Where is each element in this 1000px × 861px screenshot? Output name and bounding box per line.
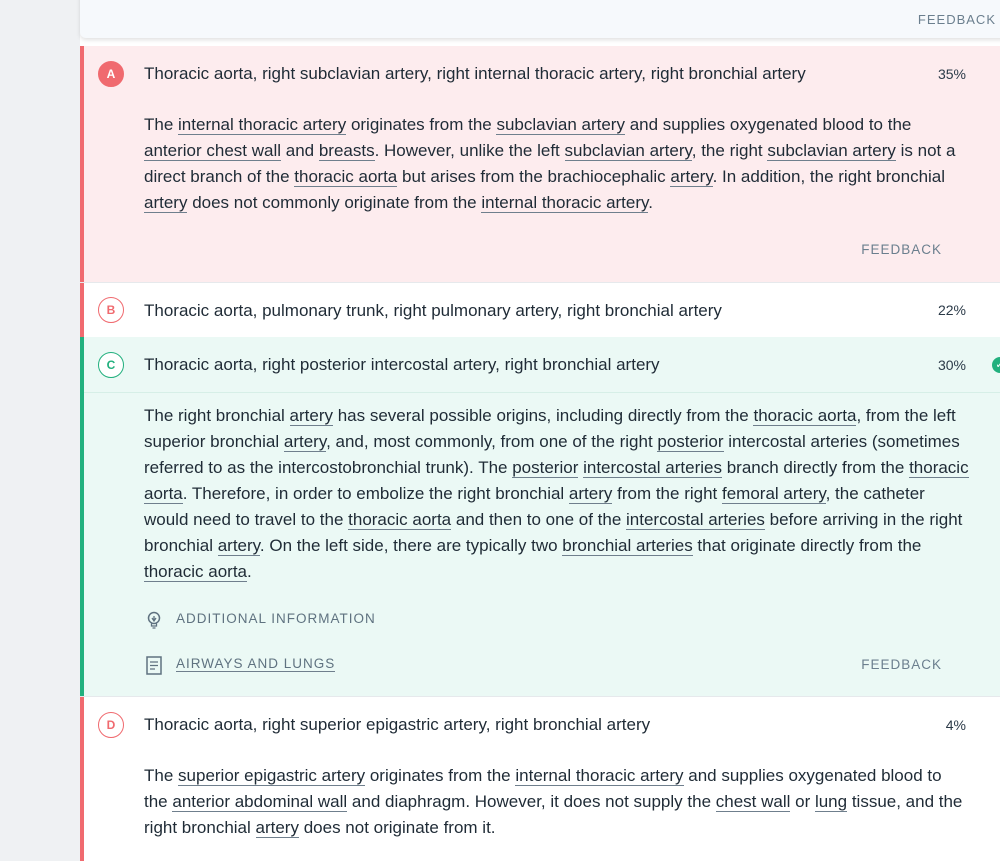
choice-percent: 22% bbox=[937, 302, 966, 318]
term-link[interactable]: intercostal arteries bbox=[583, 458, 722, 478]
related-article-label: AIRWAYS AND LUNGS bbox=[176, 656, 336, 672]
term-link[interactable]: superior epigastric artery bbox=[178, 766, 366, 786]
choice-letter-badge: D bbox=[98, 712, 124, 738]
choice-header[interactable]: C Thoracic aorta, right posterior interc… bbox=[80, 337, 1000, 391]
choice-explanation: The superior epigastric artery originate… bbox=[144, 766, 963, 838]
term-link[interactable]: anterior abdominal wall bbox=[172, 792, 348, 812]
choice-explanation: The right bronchial artery has several p… bbox=[144, 406, 969, 582]
choice-percent: 30% bbox=[937, 357, 966, 373]
term-link[interactable]: femoral artery bbox=[722, 484, 826, 504]
term-link[interactable]: artery bbox=[255, 818, 299, 838]
choice-letter-badge: B bbox=[98, 297, 124, 323]
term-link[interactable]: lung bbox=[814, 792, 848, 812]
article-icon bbox=[146, 656, 162, 675]
choice-explanation: The internal thoracic artery originates … bbox=[144, 115, 956, 213]
term-link[interactable]: internal thoracic artery bbox=[515, 766, 684, 786]
choice-text: Thoracic aorta, pulmonary trunk, right p… bbox=[144, 301, 722, 320]
choice-percent: 35% bbox=[937, 66, 966, 82]
term-link[interactable]: chest wall bbox=[715, 792, 791, 812]
term-link[interactable]: artery bbox=[144, 193, 188, 213]
answer-choice-c[interactable]: C Thoracic aorta, right posterior interc… bbox=[80, 337, 1000, 696]
term-link[interactable]: subclavian artery bbox=[496, 115, 625, 135]
choice-text: Thoracic aorta, right subclavian artery,… bbox=[144, 64, 806, 83]
term-link[interactable]: thoracic aorta bbox=[294, 167, 398, 187]
term-link[interactable]: subclavian artery bbox=[564, 141, 692, 161]
feedback-button[interactable]: FEEDBACK bbox=[861, 242, 942, 257]
term-link[interactable]: artery bbox=[283, 432, 327, 452]
term-link[interactable]: artery bbox=[217, 536, 260, 556]
divider bbox=[84, 392, 1000, 393]
term-link[interactable]: artery bbox=[670, 167, 713, 187]
question-card-footer: FEEDBACK bbox=[80, 0, 1000, 38]
term-link[interactable]: thoracic aorta bbox=[753, 406, 857, 426]
answer-choice-a[interactable]: A Thoracic aorta, right subclavian arter… bbox=[80, 46, 1000, 282]
term-link[interactable]: thoracic aorta bbox=[348, 510, 452, 530]
feedback-button[interactable]: FEEDBACK bbox=[918, 12, 996, 27]
choice-percent: 4% bbox=[945, 717, 966, 733]
choice-header[interactable]: B Thoracic aorta, pulmonary trunk, right… bbox=[80, 283, 1000, 337]
lightbulb-icon bbox=[147, 611, 161, 629]
answer-choice-d[interactable]: D Thoracic aorta, right superior epigast… bbox=[80, 696, 1000, 861]
check-circle-icon: ✓ bbox=[992, 357, 1000, 373]
answer-choice-b[interactable]: B Thoracic aorta, pulmonary trunk, right… bbox=[80, 282, 1000, 337]
term-link[interactable]: internal thoracic artery bbox=[481, 193, 649, 213]
term-link[interactable]: breasts bbox=[318, 141, 375, 161]
term-link[interactable]: artery bbox=[289, 406, 333, 426]
term-link[interactable]: thoracic aorta bbox=[144, 562, 247, 582]
feedback-button[interactable]: FEEDBACK bbox=[861, 657, 942, 672]
choice-letter-badge: C bbox=[98, 352, 124, 378]
choice-text: Thoracic aorta, right superior epigastri… bbox=[144, 715, 651, 734]
additional-information-label: ADDITIONAL INFORMATION bbox=[176, 611, 376, 626]
choice-header[interactable]: D Thoracic aorta, right superior epigast… bbox=[80, 697, 1000, 751]
term-link[interactable]: intercostal arteries bbox=[626, 510, 765, 530]
term-link[interactable]: anterior chest wall bbox=[144, 141, 282, 161]
choice-letter-badge: A bbox=[98, 61, 124, 87]
term-link[interactable]: posterior bbox=[657, 432, 724, 452]
term-link[interactable]: posterior bbox=[512, 458, 579, 478]
term-link[interactable]: artery bbox=[568, 484, 613, 504]
term-link[interactable]: subclavian artery bbox=[767, 141, 896, 161]
term-link[interactable]: internal thoracic artery bbox=[178, 115, 347, 135]
choice-header[interactable]: A Thoracic aorta, right subclavian arter… bbox=[80, 46, 1000, 100]
choice-text: Thoracic aorta, right posterior intercos… bbox=[144, 355, 660, 374]
term-link[interactable]: bronchial arteries bbox=[562, 536, 693, 556]
